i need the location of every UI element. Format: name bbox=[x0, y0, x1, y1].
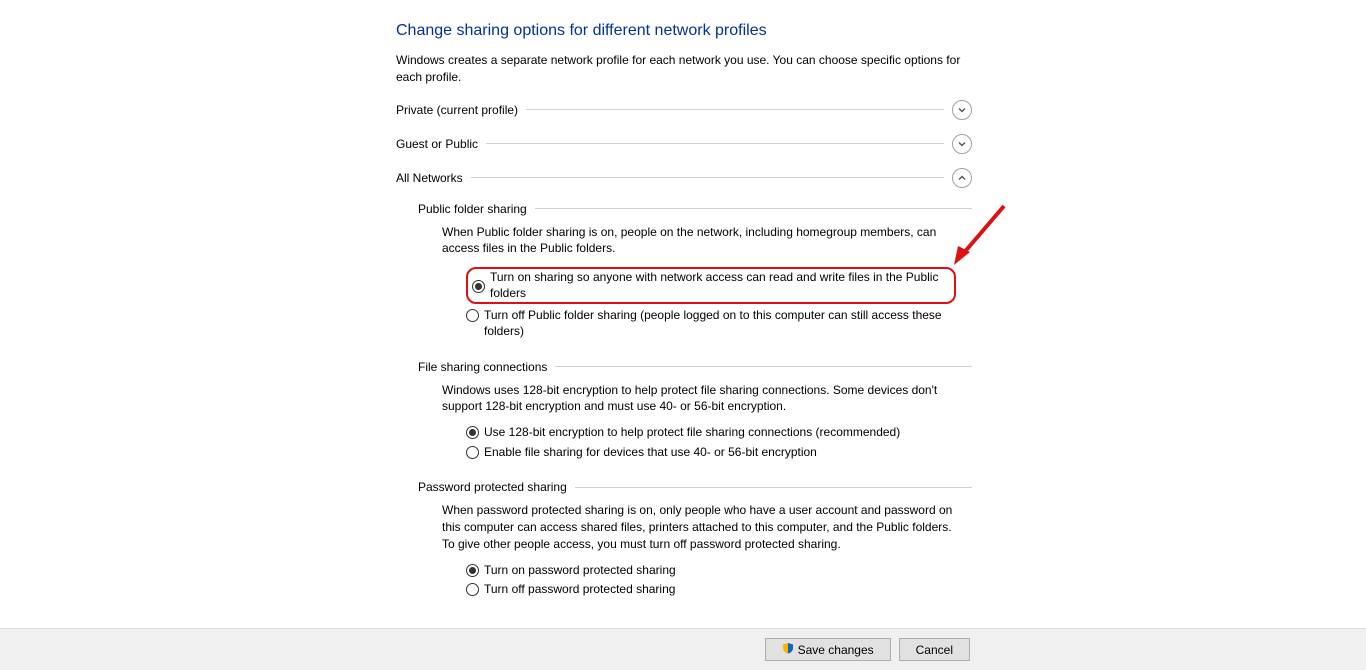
highlighted-option: Turn on sharing so anyone with network a… bbox=[466, 267, 956, 304]
radio-enc-128-label[interactable]: Use 128-bit encryption to help protect f… bbox=[484, 425, 900, 441]
radio-public-off-label[interactable]: Turn off Public folder sharing (people l… bbox=[484, 308, 944, 339]
page-title: Change sharing options for different net… bbox=[396, 22, 972, 40]
fileconn-desc: Windows uses 128-bit encryption to help … bbox=[442, 382, 962, 416]
radio-password-on[interactable] bbox=[466, 564, 479, 577]
divider bbox=[471, 177, 944, 178]
section-public-folder-sharing: Public folder sharing When Public folder… bbox=[418, 202, 972, 340]
radio-enc-4056-label[interactable]: Enable file sharing for devices that use… bbox=[484, 445, 817, 461]
chevron-down-icon[interactable] bbox=[952, 100, 972, 120]
radio-enc-4056[interactable] bbox=[466, 446, 479, 459]
divider bbox=[575, 487, 972, 488]
cancel-button-label: Cancel bbox=[916, 643, 953, 657]
profile-private-header[interactable]: Private (current profile) bbox=[396, 100, 972, 120]
cancel-button[interactable]: Cancel bbox=[899, 638, 970, 661]
chevron-up-icon[interactable] bbox=[952, 168, 972, 188]
settings-panel: Change sharing options for different net… bbox=[396, 22, 972, 602]
radio-enc-128[interactable] bbox=[466, 426, 479, 439]
divider bbox=[486, 143, 944, 144]
section-password-protected-sharing: Password protected sharing When password… bbox=[418, 480, 972, 598]
radio-password-off[interactable] bbox=[466, 583, 479, 596]
profile-guest-header[interactable]: Guest or Public bbox=[396, 134, 972, 154]
password-heading: Password protected sharing bbox=[418, 480, 567, 494]
public-folder-desc: When Public folder sharing is on, people… bbox=[442, 224, 962, 258]
shield-icon bbox=[782, 642, 794, 657]
profile-private-label: Private (current profile) bbox=[396, 103, 518, 117]
save-button-label: Save changes bbox=[798, 643, 874, 657]
page-subtitle: Windows creates a separate network profi… bbox=[396, 52, 972, 86]
bottom-bar: Save changes Cancel bbox=[0, 628, 1366, 670]
profile-all-header[interactable]: All Networks bbox=[396, 168, 972, 188]
save-changes-button[interactable]: Save changes bbox=[765, 638, 891, 661]
radio-public-on[interactable] bbox=[472, 280, 485, 293]
radio-public-on-label[interactable]: Turn on sharing so anyone with network a… bbox=[490, 270, 950, 301]
chevron-down-icon[interactable] bbox=[952, 134, 972, 154]
fileconn-heading: File sharing connections bbox=[418, 360, 547, 374]
divider bbox=[555, 366, 972, 367]
profile-all-label: All Networks bbox=[396, 171, 463, 185]
radio-password-off-label[interactable]: Turn off password protected sharing bbox=[484, 582, 675, 598]
divider bbox=[535, 208, 972, 209]
radio-password-on-label[interactable]: Turn on password protected sharing bbox=[484, 563, 676, 579]
section-file-sharing-connections: File sharing connections Windows uses 12… bbox=[418, 360, 972, 461]
public-folder-heading: Public folder sharing bbox=[418, 202, 527, 216]
divider bbox=[526, 109, 944, 110]
radio-public-off[interactable] bbox=[466, 309, 479, 322]
profile-guest-label: Guest or Public bbox=[396, 137, 478, 151]
password-desc: When password protected sharing is on, o… bbox=[442, 502, 962, 552]
